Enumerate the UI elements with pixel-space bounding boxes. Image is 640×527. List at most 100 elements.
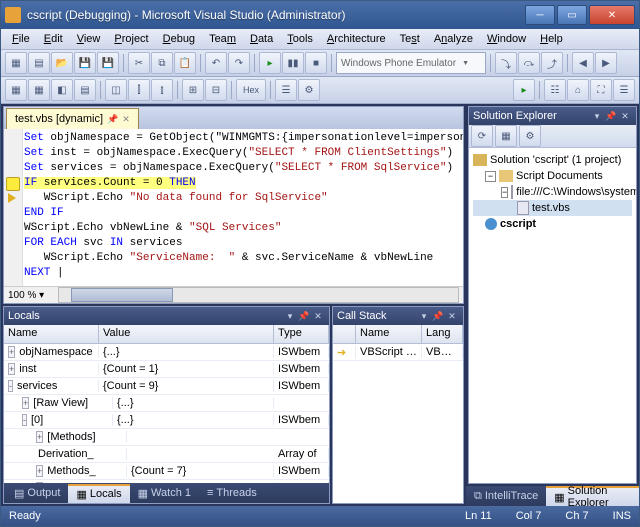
locals-row[interactable]: +objNamespace{...}ISWbem <box>4 344 329 361</box>
new-project-button[interactable]: ▦ <box>5 52 27 74</box>
tree-file-testvbs[interactable]: test.vbs <box>473 200 632 216</box>
redo-button[interactable]: ↷ <box>228 52 250 74</box>
locals-row[interactable]: -services{Count = 9}ISWbem <box>4 378 329 395</box>
editor-tab-testvbs[interactable]: test.vbs [dynamic] 📌 ✕ <box>6 108 139 129</box>
locals-grid[interactable]: +objNamespace{...}ISWbem+inst{Count = 1}… <box>4 344 329 483</box>
locals-col-name[interactable]: Name <box>4 325 99 343</box>
tb2-btn-r2[interactable]: ⌂ <box>567 79 589 101</box>
break-button[interactable]: ▮▮ <box>282 52 304 74</box>
tree-solution[interactable]: Solution 'cscript' (1 project) <box>473 152 632 168</box>
nav-fwd-button[interactable]: ▶ <box>595 52 617 74</box>
editor-gutter[interactable] <box>4 129 23 286</box>
locals-col-type[interactable]: Type <box>274 325 329 343</box>
tb2-btn-2[interactable]: ▦ <box>28 79 50 101</box>
menu-project[interactable]: Project <box>107 31 155 47</box>
tab-close-icon[interactable]: ✕ <box>122 114 130 125</box>
hex-button[interactable]: Hex <box>236 79 266 101</box>
menu-data[interactable]: Data <box>243 31 280 47</box>
expand-icon[interactable]: - <box>22 414 27 426</box>
open-button[interactable]: 📂 <box>51 52 73 74</box>
copy-button[interactable]: ⧉ <box>151 52 173 74</box>
tab-output[interactable]: ▤ Output <box>6 485 68 502</box>
tree-scriptdocs[interactable]: −Script Documents <box>473 168 632 184</box>
menu-help[interactable]: Help <box>533 31 570 47</box>
callstack-col-lang[interactable]: Lang <box>422 325 463 343</box>
tb2-btn-9[interactable]: ⊟ <box>205 79 227 101</box>
se-refresh-button[interactable]: ⟳ <box>471 125 493 147</box>
locals-col-value[interactable]: Value <box>99 325 274 343</box>
tb2-btn-1[interactable]: ▦ <box>5 79 27 101</box>
tab-intellitrace[interactable]: ⧉ IntelliTrace <box>466 486 546 506</box>
tab-locals[interactable]: ▦ Locals <box>68 484 129 503</box>
menu-edit[interactable]: Edit <box>37 31 70 47</box>
expand-icon[interactable]: - <box>8 380 13 392</box>
expand-icon[interactable]: + <box>36 465 43 477</box>
tb2-btn-3[interactable]: ◧ <box>51 79 73 101</box>
panel-close-icon[interactable]: ✕ <box>311 311 325 322</box>
locals-row[interactable]: +[Methods] <box>4 429 329 446</box>
callstack-grid[interactable]: ➔ VBScript global code VBScript <box>333 344 463 503</box>
expand-icon[interactable]: + <box>36 431 43 443</box>
maximize-button[interactable]: ▭ <box>557 5 587 25</box>
tree-project-cscript[interactable]: cscript <box>473 216 632 232</box>
menu-window[interactable]: Window <box>480 31 533 47</box>
panel-dropdown-icon[interactable]: ▾ <box>590 111 604 122</box>
nav-back-button[interactable]: ◀ <box>572 52 594 74</box>
locals-row[interactable]: -[0]{...}ISWbem <box>4 412 329 429</box>
panel-dropdown-icon[interactable]: ▾ <box>283 311 297 322</box>
tb2-btn-4[interactable]: ▤ <box>74 79 96 101</box>
save-all-button[interactable]: 💾 <box>97 52 119 74</box>
pin-icon[interactable]: 📌 <box>107 114 118 125</box>
solution-tree[interactable]: Solution 'cscript' (1 project) −Script D… <box>469 148 636 483</box>
tb2-btn-r1[interactable]: ☷ <box>544 79 566 101</box>
locals-row[interactable]: +[Raw View]{...} <box>4 395 329 412</box>
panel-pin-icon[interactable]: 📌 <box>431 311 445 322</box>
cut-button[interactable]: ✂ <box>128 52 150 74</box>
menu-file[interactable]: File <box>5 31 37 47</box>
menu-architecture[interactable]: Architecture <box>320 31 393 47</box>
minimize-button[interactable]: ─ <box>525 5 555 25</box>
tab-watch1[interactable]: ▦ Watch 1 <box>130 485 199 502</box>
tb2-btn-6[interactable]: ⫿ <box>128 79 150 101</box>
expand-icon[interactable]: + <box>8 363 15 375</box>
tab-solution-explorer[interactable]: ▦ Solution Explorer <box>546 486 639 506</box>
tree-file-cscript[interactable]: −file:///C:\Windows\system32\cscript <box>473 184 632 200</box>
code-editor[interactable]: Set objNamespace = GetObject("WINMGMTS:{… <box>4 129 463 286</box>
menu-analyze[interactable]: Analyze <box>427 31 480 47</box>
menu-view[interactable]: View <box>70 31 108 47</box>
step-out-button[interactable]: ⤴ <box>541 52 563 74</box>
locals-row[interactable]: +Methods_{Count = 7}ISWbem <box>4 463 329 480</box>
panel-close-icon[interactable]: ✕ <box>618 111 632 122</box>
menu-tools[interactable]: Tools <box>280 31 320 47</box>
tb2-btn-r4[interactable]: ☰ <box>613 79 635 101</box>
paste-button[interactable]: 📋 <box>174 52 196 74</box>
add-item-button[interactable]: ▤ <box>28 52 50 74</box>
locals-row[interactable]: +inst{Count = 1}ISWbem <box>4 361 329 378</box>
tb2-btn-7[interactable]: ⫾ <box>151 79 173 101</box>
zoom-combo[interactable]: 100 % ▾ <box>8 290 58 301</box>
callstack-row[interactable]: ➔ VBScript global code VBScript <box>333 344 463 361</box>
expand-icon[interactable]: + <box>8 346 15 358</box>
tb2-btn-b[interactable]: ⚙ <box>298 79 320 101</box>
tb2-btn-r3[interactable]: ⛶ <box>590 79 612 101</box>
se-btn-2[interactable]: ▦ <box>495 125 517 147</box>
panel-close-icon[interactable]: ✕ <box>445 311 459 322</box>
tb2-btn-8[interactable]: ⊞ <box>182 79 204 101</box>
breakpoint-icon[interactable] <box>6 177 20 191</box>
editor-hscrollbar[interactable] <box>58 287 459 303</box>
tab-threads[interactable]: ≡ Threads <box>199 485 265 501</box>
menu-team[interactable]: Team <box>202 31 243 47</box>
continue-button[interactable]: ▸ <box>259 52 281 74</box>
stop-button[interactable]: ■ <box>305 52 327 74</box>
tb2-btn-5[interactable]: ◫ <box>105 79 127 101</box>
expand-icon[interactable]: + <box>22 397 29 409</box>
tb2-btn-a[interactable]: ☰ <box>275 79 297 101</box>
save-button[interactable]: 💾 <box>74 52 96 74</box>
se-properties-button[interactable]: ⚙ <box>519 125 541 147</box>
panel-dropdown-icon[interactable]: ▾ <box>417 311 431 322</box>
menu-debug[interactable]: Debug <box>156 31 202 47</box>
step-over-button[interactable]: ⤼ <box>518 52 540 74</box>
locals-row[interactable]: Derivation_Array of <box>4 446 329 463</box>
undo-button[interactable]: ↶ <box>205 52 227 74</box>
menu-test[interactable]: Test <box>393 31 427 47</box>
